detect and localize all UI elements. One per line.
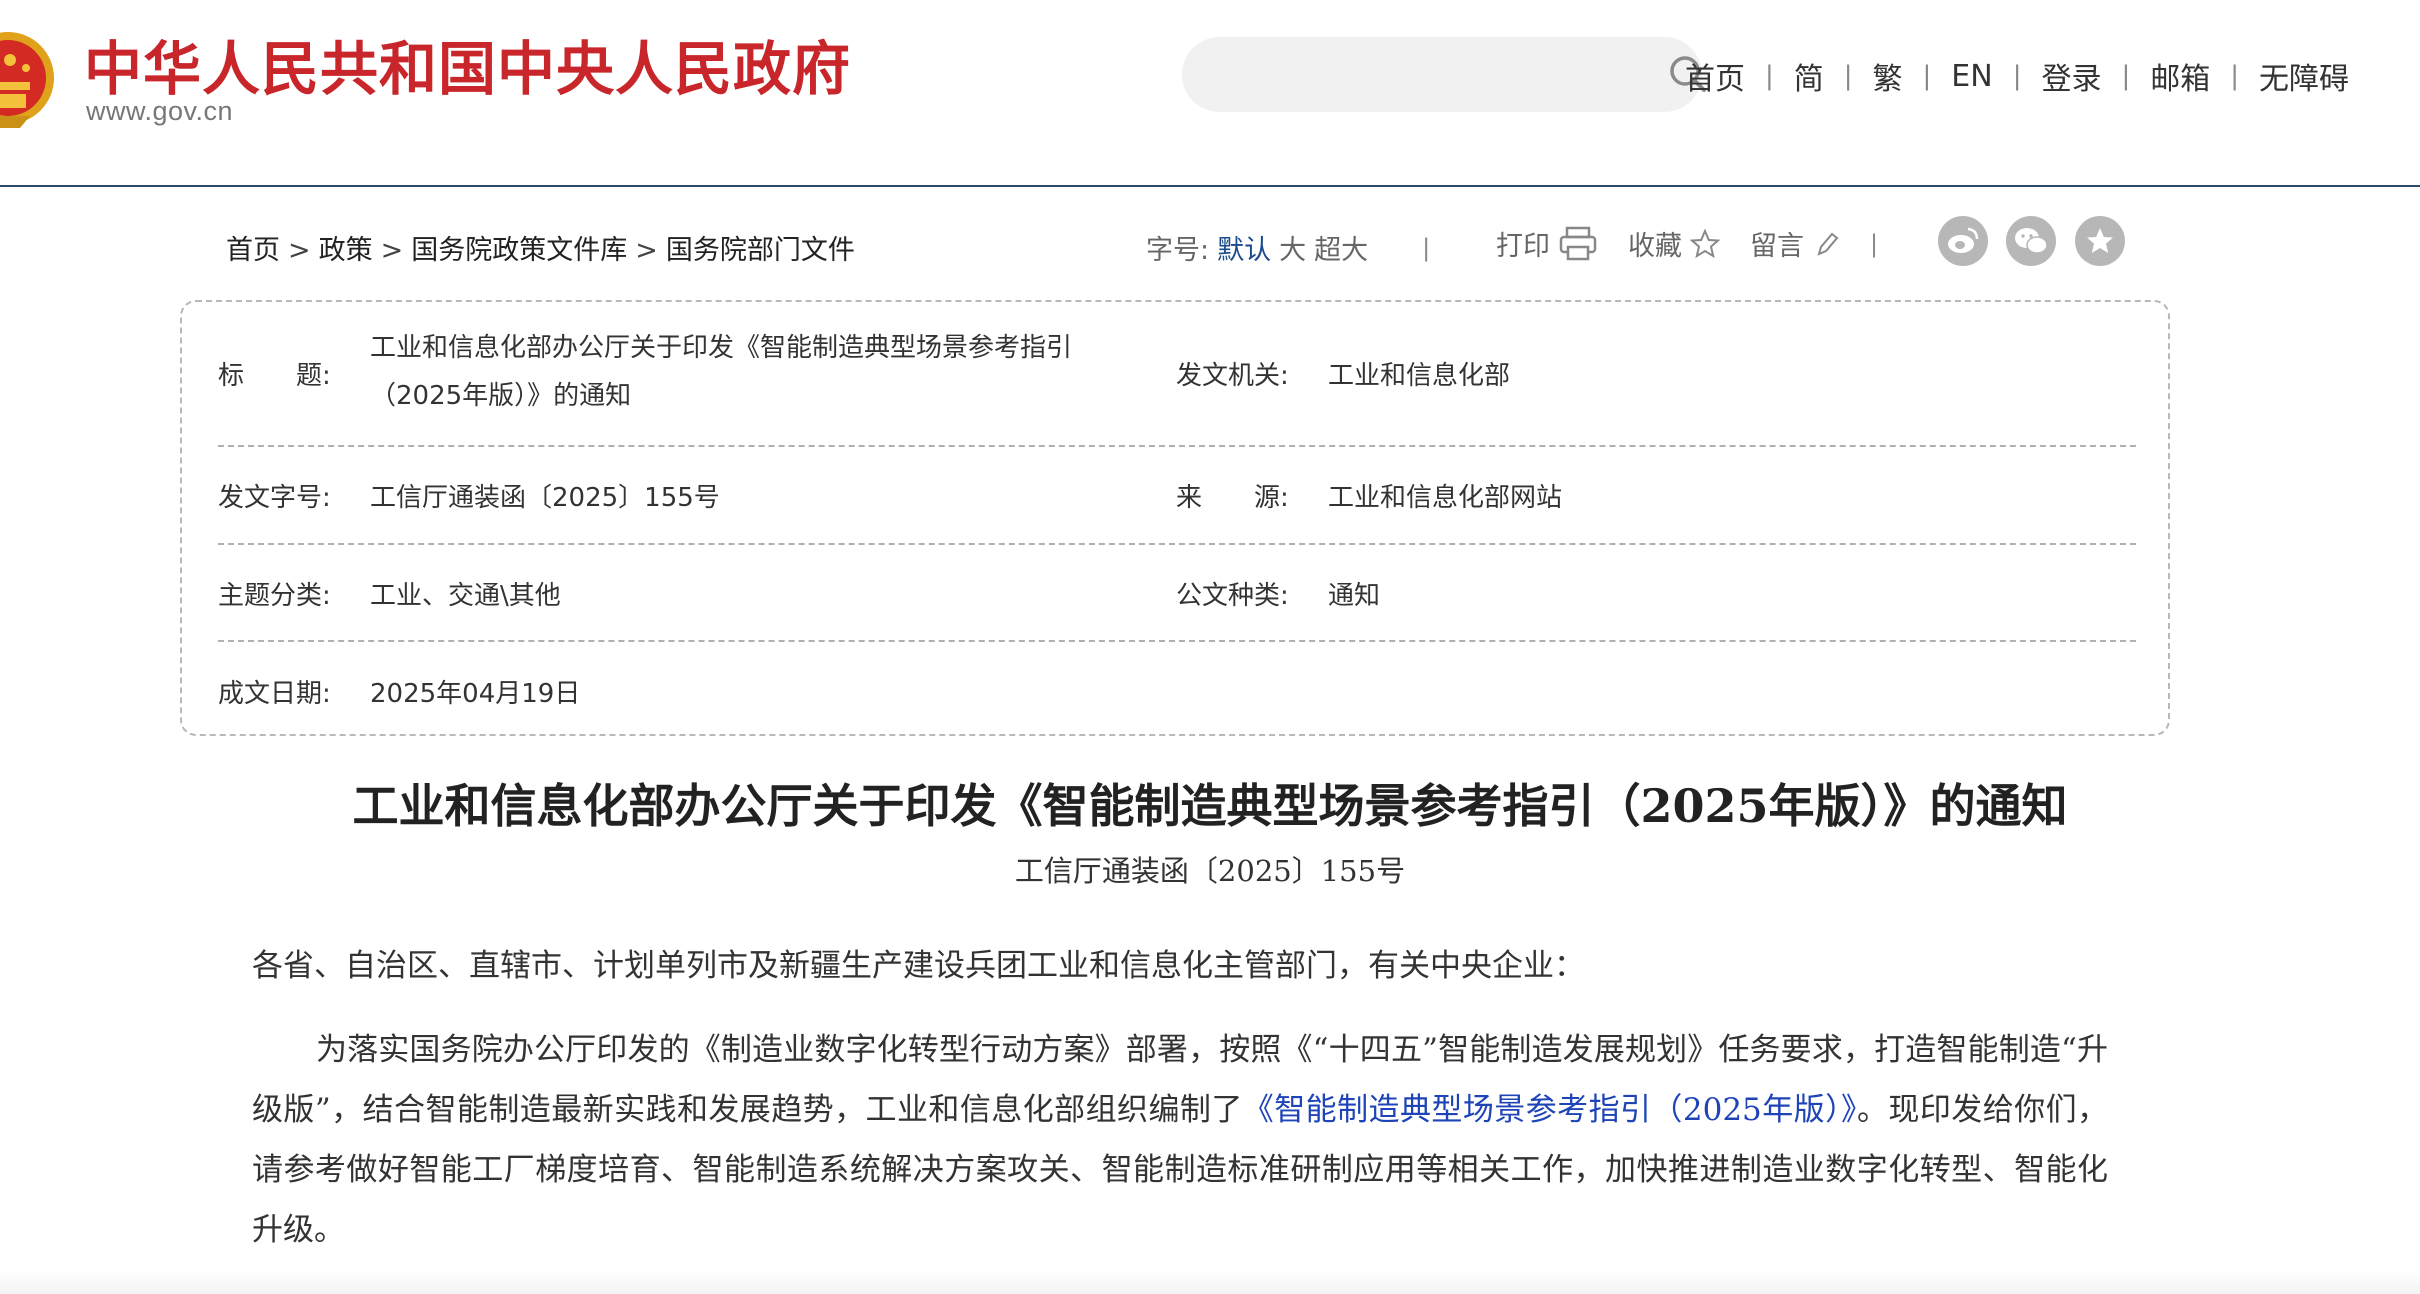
search-input[interactable]	[1212, 37, 1636, 114]
nav-separator: |	[1922, 61, 1932, 91]
nav-separator: |	[1765, 61, 1774, 91]
breadcrumb-department-docs[interactable]: 国务院部门文件	[666, 235, 855, 266]
breadcrumb-policy-library[interactable]: 国务院政策文件库	[411, 235, 627, 266]
search-box[interactable]	[1182, 37, 1706, 114]
top-nav: 首页 | 简 | 繁 | EN | 登录 | 邮箱 | 无障碍	[1685, 54, 2349, 98]
date-value: 2025年04月19日	[370, 679, 581, 709]
font-size-selector: 字号: 默认 大 超大 |	[1146, 228, 1430, 267]
site-name[interactable]: 中华人民共和国中央人民政府	[84, 22, 851, 106]
title-value-line1: 工业和信息化部办公厅关于印发《智能制造典型场景参考指引	[370, 333, 1073, 363]
nav-traditional[interactable]: 繁	[1873, 54, 1903, 98]
weibo-share-button[interactable]	[1938, 216, 1988, 266]
issuer-label: 发文机关:	[1176, 361, 1289, 391]
source-value: 工业和信息化部网站	[1328, 483, 1563, 513]
info-row-category: 主题分类: 工业、交通\其他 公文种类: 通知	[218, 543, 2136, 642]
nav-simplified[interactable]: 简	[1794, 54, 1824, 98]
article-addressee: 各省、自治区、直辖市、计划单列市及新疆生产建设兵团工业和信息化主管部门，有关中央…	[252, 948, 1585, 984]
doc-number-value: 工信厅通装函〔2025〕155号	[370, 483, 720, 513]
site-url: www.gov.cn	[86, 96, 234, 126]
font-size-extra-large[interactable]: 超大	[1314, 228, 1368, 267]
favorite-button[interactable]: 收藏	[1628, 224, 1720, 263]
category-label: 主题分类:	[218, 581, 331, 611]
article-doc-number: 工信厅通装函〔2025〕155号	[1014, 854, 1406, 888]
pencil-icon	[1817, 232, 1839, 256]
document-info-box: 标 题: 工业和信息化部办公厅关于印发《智能制造典型场景参考指引 （2025年版…	[180, 300, 2170, 736]
info-row-title: 标 题: 工业和信息化部办公厅关于印发《智能制造典型场景参考指引 （2025年版…	[218, 302, 2136, 447]
nav-english[interactable]: EN	[1951, 59, 1992, 94]
source-label: 来 源:	[1176, 483, 1289, 513]
title-value: 工业和信息化部办公厅关于印发《智能制造典型场景参考指引 （2025年版）》的通知	[370, 324, 1170, 420]
doc-type-label: 公文种类:	[1176, 581, 1289, 611]
wechat-icon	[2015, 228, 2048, 254]
title-value-line2: （2025年版）》的通知	[370, 381, 632, 411]
toolbar-separator: |	[1422, 233, 1431, 262]
favorite-label: 收藏	[1628, 231, 1682, 262]
nav-separator: |	[2012, 61, 2022, 91]
print-button[interactable]: 打印	[1496, 224, 1598, 263]
comment-button[interactable]: 留言	[1750, 224, 1840, 263]
doc-type-value: 通知	[1328, 581, 1381, 611]
print-label: 打印	[1496, 231, 1550, 262]
font-size-label: 字号:	[1146, 235, 1210, 266]
nav-separator: |	[2121, 61, 2131, 91]
comment-label: 留言	[1750, 231, 1804, 262]
favorite-star-icon	[2087, 228, 2113, 253]
font-size-default[interactable]: 默认	[1217, 228, 1271, 267]
breadcrumb: 首页 > 政策 > 国务院政策文件库 > 国务院部门文件	[226, 228, 855, 267]
weibo-icon	[1948, 227, 1979, 253]
doc-number-label: 发文字号:	[218, 483, 331, 513]
info-row-date: 成文日期: 2025年04月19日	[218, 640, 2136, 736]
title-label: 标 题:	[218, 361, 331, 391]
toolbar-separator: |	[1870, 229, 1879, 258]
issuer-value: 工业和信息化部	[1328, 361, 1511, 391]
printer-icon	[1559, 226, 1597, 260]
breadcrumb-policy[interactable]: 政策	[319, 235, 373, 266]
nav-separator: |	[2230, 61, 2239, 91]
nav-mail[interactable]: 邮箱	[2150, 54, 2210, 98]
category-value: 工业、交通\其他	[370, 581, 561, 611]
guide-document-link[interactable]: 《智能制造典型场景参考指引（2025年版）》	[1243, 1092, 1857, 1128]
info-row-doc-number: 发文字号: 工信厅通装函〔2025〕155号 来 源: 工业和信息化部网站	[218, 445, 2136, 545]
font-size-large[interactable]: 大	[1279, 228, 1306, 267]
nav-login[interactable]: 登录	[2041, 54, 2101, 98]
nav-accessibility[interactable]: 无障碍	[2259, 54, 2349, 98]
header-divider	[0, 185, 2420, 187]
breadcrumb-separator: >	[380, 235, 404, 266]
breadcrumb-home[interactable]: 首页	[226, 235, 280, 266]
nav-separator: |	[1843, 61, 1853, 91]
breadcrumb-separator: >	[635, 235, 658, 266]
favorite-share-button[interactable]	[2075, 216, 2125, 266]
article-title: 工业和信息化部办公厅关于印发《智能制造典型场景参考指引（2025年版）》的通知	[352, 779, 2068, 833]
nav-home[interactable]: 首页	[1685, 54, 1745, 98]
star-outline-icon	[1690, 228, 1720, 258]
national-emblem-logo[interactable]	[0, 20, 54, 136]
breadcrumb-separator: >	[288, 235, 311, 266]
date-label: 成文日期:	[218, 679, 331, 709]
article-body-paragraph: 为落实国务院办公厅印发的《制造业数字化转型行动方案》部署，按照《“十四五”智能制…	[252, 1020, 2108, 1260]
page-bottom-edge	[0, 1270, 2420, 1294]
wechat-share-button[interactable]	[2006, 216, 2056, 266]
page-tools: 打印 收藏 留言 |	[1496, 224, 1878, 263]
